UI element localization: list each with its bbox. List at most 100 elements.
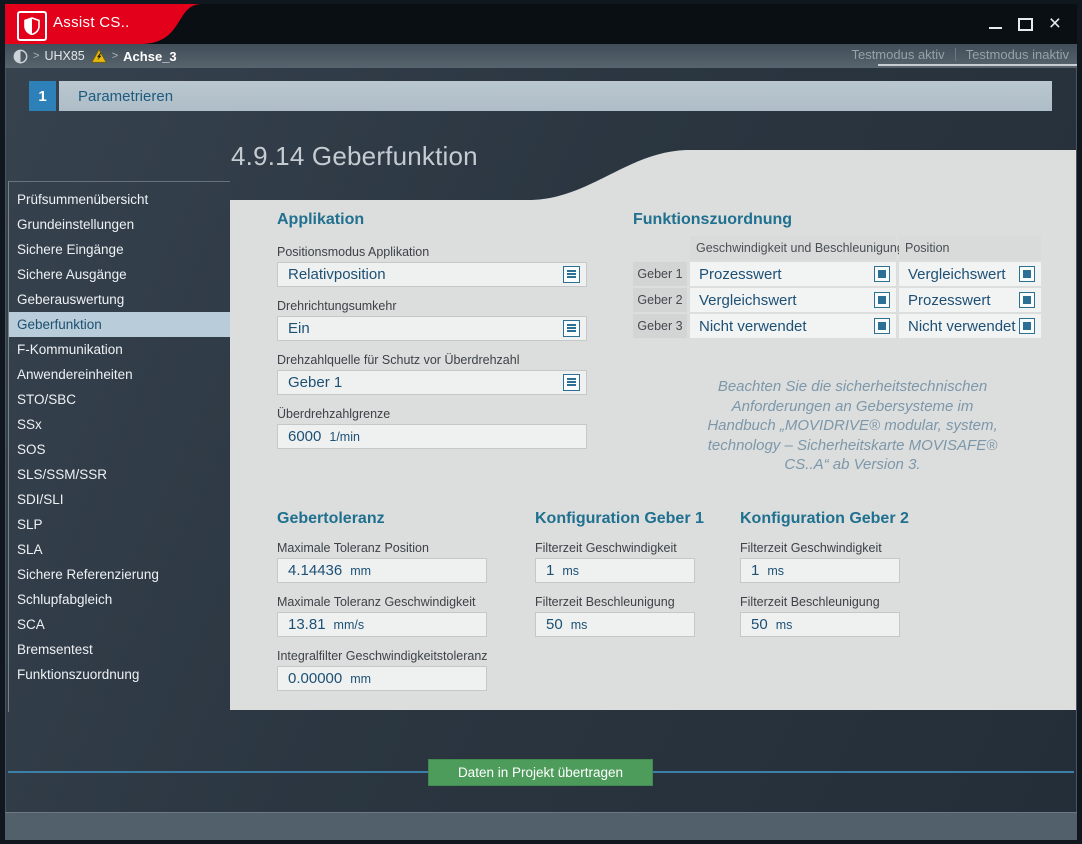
sidebar-item-sca[interactable]: SCA [9, 612, 230, 637]
geber1-speed-dropdown[interactable]: Prozesswert [690, 262, 896, 286]
sidebar-item-schlupfabgleich[interactable]: Schlupfabgleich [9, 587, 230, 612]
titlebar: Assist CS.. × [5, 4, 1077, 44]
g2-filterzeit-beschleunigung-input[interactable]: 50 ms [740, 612, 900, 637]
field-label: Filterzeit Geschwindigkeit [535, 541, 695, 555]
dropdown-square-icon [1019, 292, 1035, 308]
funktionszuordnung-heading: Funktionszuordnung [633, 211, 792, 229]
g1-filterzeit-beschleunigung-input[interactable]: 50 ms [535, 612, 695, 637]
field-unit: ms [767, 564, 784, 578]
sidebar-item-funktionszuordnung[interactable]: Funktionszuordnung [9, 662, 230, 687]
note-line: CS..A“ ab Version 3. [645, 455, 1060, 475]
breadcrumb-device[interactable]: UHX85 [44, 49, 84, 63]
field-label: Drehrichtungsumkehr [277, 299, 587, 313]
transfer-to-project-button[interactable]: Daten in Projekt übertragen [428, 759, 653, 786]
sidebar-item-sichere-referenzierung[interactable]: Sichere Referenzierung [9, 562, 230, 587]
chevron-icon: > [112, 50, 118, 62]
konfig-geber1-heading: Konfiguration Geber 1 [535, 510, 704, 528]
dropdown-list-icon [563, 320, 580, 337]
max-toleranz-geschwindigkeit-input[interactable]: 13.81 mm/s [277, 612, 487, 637]
sidebar-item-grundeinstellungen[interactable]: Grundeinstellungen [9, 212, 230, 237]
g1-filterzeit-geschwindigkeit-input[interactable]: 1 ms [535, 558, 695, 583]
testmodus-aktiv-tab[interactable]: Testmodus aktiv [851, 47, 944, 62]
sidebar-item-geberfunktion[interactable]: Geberfunktion [9, 312, 230, 337]
dropdown-list-icon [563, 266, 580, 283]
sidebar-item-pruefsummenuebersicht[interactable]: Prüfsummenübersicht [9, 187, 230, 212]
geber1-position-dropdown[interactable]: Vergleichswert [899, 262, 1041, 286]
minimize-icon[interactable] [989, 19, 1002, 29]
dropdown-list-icon [563, 374, 580, 391]
geber3-position-dropdown[interactable]: Nicht verwendet [899, 314, 1041, 338]
status-bar [5, 812, 1077, 840]
field-label: Filterzeit Beschleunigung [740, 595, 900, 609]
field-value: 50 [751, 616, 768, 633]
field-unit: ms [571, 618, 588, 632]
positionsmodus-dropdown[interactable]: Relativposition [277, 262, 587, 287]
table-header-empty [633, 236, 687, 260]
drehrichtungsumkehr-dropdown[interactable]: Ein [277, 316, 587, 341]
note-line: technology – Sicherheitskarte MOVISAFE® [645, 436, 1060, 456]
field-unit: ms [562, 564, 579, 578]
table-header-speed-accel: Geschwindigkeit und Beschleunigung [690, 236, 896, 260]
testmodus-underline [878, 64, 1077, 66]
sidebar-item-sdi-sli[interactable]: SDI/SLI [9, 487, 230, 512]
window-controls: × [989, 4, 1067, 44]
row-label-geber3: Geber 3 [633, 314, 687, 338]
g2-filterzeit-geschwindigkeit-input[interactable]: 1 ms [740, 558, 900, 583]
field-unit: mm [350, 564, 371, 578]
field-label: Überdrehzahlgrenze [277, 407, 587, 421]
app-logo-shield-icon [17, 11, 47, 41]
field-value: Ein [288, 320, 310, 337]
ueberdrehzahlgrenze-input[interactable]: 6000 1/min [277, 424, 587, 449]
field-value: 6000 [288, 428, 321, 445]
maximize-icon[interactable] [1018, 18, 1033, 31]
app-title: Assist CS.. [53, 14, 130, 31]
sidebar-item-sto-sbc[interactable]: STO/SBC [9, 387, 230, 412]
close-icon[interactable]: × [1049, 14, 1061, 34]
note-line: Beachten Sie die sicherheitstechnischen [645, 377, 1060, 397]
field-value: 50 [546, 616, 563, 633]
gebertoleranz-heading: Gebertoleranz [277, 510, 385, 528]
cell-value: Nicht verwendet [699, 318, 807, 335]
sidebar-item-sos[interactable]: SOS [9, 437, 230, 462]
integralfilter-input[interactable]: 0.00000 mm [277, 666, 487, 691]
field-value: 0.00000 [288, 670, 342, 687]
sidebar-item-sla[interactable]: SLA [9, 537, 230, 562]
field-value: Relativposition [288, 266, 386, 283]
geber2-position-dropdown[interactable]: Prozesswert [899, 288, 1041, 312]
dropdown-square-icon [1019, 318, 1035, 334]
sidebar-item-geberauswertung[interactable]: Geberauswertung [9, 287, 230, 312]
geber3-speed-dropdown[interactable]: Nicht verwendet [690, 314, 896, 338]
testmodus-divider [955, 48, 956, 61]
max-toleranz-position-input[interactable]: 4.14436 mm [277, 558, 487, 583]
field-value: 4.14436 [288, 562, 342, 579]
geber2-speed-dropdown[interactable]: Vergleichswert [690, 288, 896, 312]
field-unit: 1/min [329, 430, 360, 444]
warning-icon [91, 49, 107, 63]
chevron-icon: > [33, 50, 39, 62]
page-title: 4.9.14 Geberfunktion [231, 141, 478, 172]
step-bar[interactable]: Parametrieren [59, 81, 1052, 111]
cell-value: Vergleichswert [908, 266, 1006, 283]
dropdown-square-icon [874, 266, 890, 282]
field-unit: ms [776, 618, 793, 632]
field-label: Positionsmodus Applikation [277, 245, 587, 259]
sidebar-item-ssx[interactable]: SSx [9, 412, 230, 437]
drehzahlquelle-dropdown[interactable]: Geber 1 [277, 370, 587, 395]
testmodus-inaktiv-tab[interactable]: Testmodus inaktiv [966, 47, 1069, 62]
row-label-geber2: Geber 2 [633, 288, 687, 312]
breadcrumb-axis[interactable]: Achse_3 [123, 49, 176, 64]
dropdown-square-icon [874, 292, 890, 308]
sidebar-item-slp[interactable]: SLP [9, 512, 230, 537]
safety-note: Beachten Sie die sicherheitstechnischen … [645, 377, 1060, 475]
project-circle-icon[interactable] [13, 49, 28, 64]
sidebar-item-sichere-ausgaenge[interactable]: Sichere Ausgänge [9, 262, 230, 287]
field-label: Integralfilter Geschwindigkeitstoleranz [277, 649, 487, 663]
sidebar-item-f-kommunikation[interactable]: F-Kommunikation [9, 337, 230, 362]
sidebar-item-anwendereinheiten[interactable]: Anwendereinheiten [9, 362, 230, 387]
sidebar-item-sichere-eingaenge[interactable]: Sichere Eingänge [9, 237, 230, 262]
table-header-position: Position [899, 236, 1041, 260]
step-label: Parametrieren [59, 88, 173, 105]
sidebar-item-bremsentest[interactable]: Bremsentest [9, 637, 230, 662]
sidebar-item-sls-ssm-ssr[interactable]: SLS/SSM/SSR [9, 462, 230, 487]
row-label-geber1: Geber 1 [633, 262, 687, 286]
